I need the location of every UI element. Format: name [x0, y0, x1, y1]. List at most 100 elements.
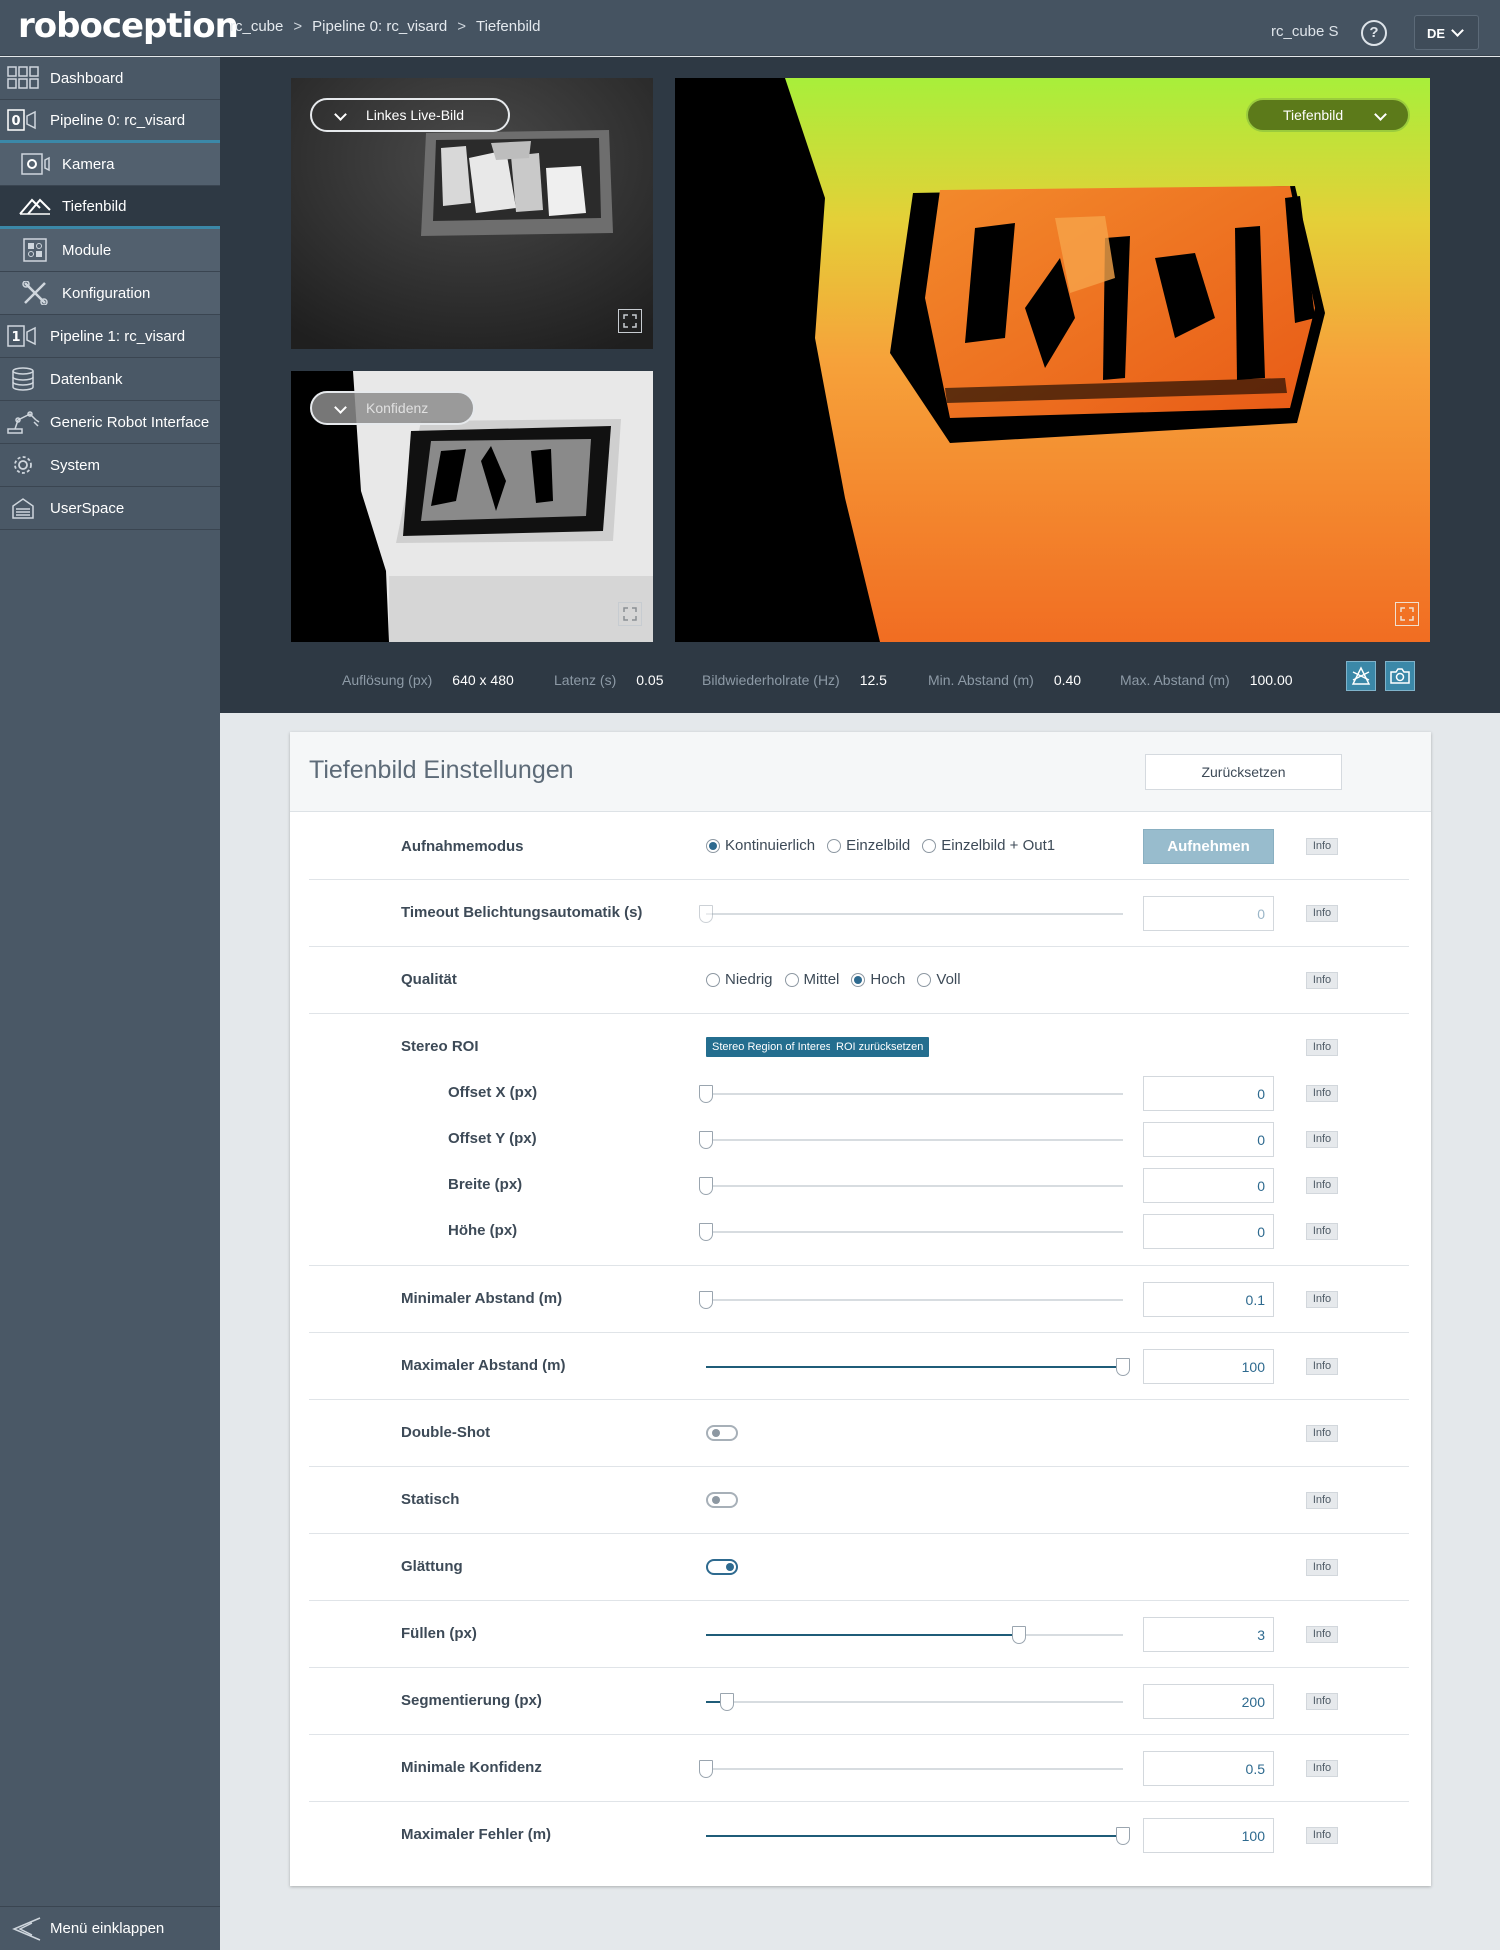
sidebar-item-database[interactable]: Datenbank	[0, 358, 220, 401]
depth-view-select[interactable]: Tiefenbild	[1246, 98, 1410, 132]
radio-single-frame-out1[interactable]: Einzelbild + Out1	[922, 837, 1055, 854]
sidebar-item-pipeline-1[interactable]: 1 Pipeline 1: rc_visard	[0, 315, 220, 358]
height-slider[interactable]	[699, 1223, 1123, 1241]
min-confidence-input[interactable]: 0.5	[1143, 1751, 1274, 1786]
snapshot-button[interactable]	[1385, 661, 1415, 691]
smoothing-toggle[interactable]	[706, 1559, 738, 1575]
reset-button[interactable]: Zurücksetzen	[1145, 754, 1342, 790]
radio-full[interactable]: Voll	[917, 971, 961, 988]
double-shot-toggle[interactable]	[706, 1425, 738, 1441]
slider-thumb[interactable]	[1116, 1827, 1130, 1845]
timeout-slider[interactable]	[699, 905, 1123, 923]
slider-thumb[interactable]	[699, 1760, 713, 1778]
sidebar-item-generic-robot-interface[interactable]: Generic Robot Interface	[0, 401, 220, 444]
offset-x-input[interactable]: 0	[1143, 1076, 1274, 1111]
breadcrumb-rc-cube[interactable]: rc_cube	[230, 18, 283, 35]
segmentation-slider[interactable]	[706, 1693, 1123, 1711]
info-button[interactable]: Info	[1306, 1177, 1338, 1194]
sidebar-item-depth-image[interactable]: Tiefenbild	[0, 186, 220, 229]
max-distance-input[interactable]: 100	[1143, 1349, 1274, 1384]
sidebar-item-camera[interactable]: Kamera	[0, 143, 220, 186]
height-input[interactable]: 0	[1143, 1214, 1274, 1249]
static-toggle[interactable]	[706, 1492, 738, 1508]
max-distance-slider[interactable]	[706, 1358, 1130, 1376]
confidence-image[interactable]: Konfidenz	[291, 371, 653, 642]
depth-image[interactable]: Tiefenbild	[675, 78, 1430, 642]
roboception-logo[interactable]: roboception	[18, 6, 239, 46]
info-button[interactable]: Info	[1306, 1131, 1338, 1148]
capture-button[interactable]: Aufnehmen	[1143, 829, 1274, 864]
sidebar-item-system[interactable]: System	[0, 444, 220, 487]
info-button[interactable]: Info	[1306, 1358, 1338, 1375]
point-cloud-icon	[1351, 666, 1371, 685]
acquisition-mode-radios: Kontinuierlich Einzelbild Einzelbild + O…	[706, 837, 1067, 854]
sidebar-item-configuration[interactable]: Konfiguration	[0, 272, 220, 315]
offset-y-slider[interactable]	[699, 1131, 1123, 1149]
radio-medium[interactable]: Mittel	[784, 971, 839, 988]
slider-thumb[interactable]	[1011, 1626, 1026, 1644]
radio-continuous[interactable]: Kontinuierlich	[706, 837, 815, 854]
left-view-select[interactable]: Linkes Live-Bild	[310, 98, 510, 132]
info-button[interactable]: Info	[1306, 1223, 1338, 1240]
info-button[interactable]: Info	[1306, 1039, 1338, 1056]
slider-thumb[interactable]	[719, 1693, 734, 1711]
info-button[interactable]: Info	[1306, 838, 1338, 855]
expand-icon[interactable]	[618, 602, 642, 626]
sidebar-item-label: Dashboard	[50, 69, 124, 87]
point-cloud-button[interactable]	[1346, 661, 1376, 691]
min-distance-slider[interactable]	[699, 1291, 1123, 1309]
info-button[interactable]: Info	[1306, 972, 1338, 989]
left-live-image[interactable]: Linkes Live-Bild	[291, 78, 653, 349]
min-distance-input[interactable]: 0.1	[1143, 1282, 1274, 1317]
slider-thumb[interactable]	[699, 1177, 713, 1195]
info-button[interactable]: Info	[1306, 1291, 1338, 1308]
info-button[interactable]: Info	[1306, 1085, 1338, 1102]
setting-label: Füllen (px)	[401, 1625, 477, 1642]
info-button[interactable]: Info	[1306, 1827, 1338, 1844]
setting-label: Segmentierung (px)	[401, 1692, 542, 1709]
sidebar-item-pipeline-0[interactable]: 0 Pipeline 0: rc_visard	[0, 100, 220, 143]
slider-thumb[interactable]	[699, 1131, 713, 1149]
depth-image-render	[675, 78, 1430, 642]
info-button[interactable]: Info	[1306, 1492, 1338, 1509]
info-button[interactable]: Info	[1306, 1693, 1338, 1710]
settings-header: Tiefenbild Einstellungen Zurücksetzen	[290, 732, 1431, 812]
stereo-roi-tag[interactable]: Stereo Region of Interest	[706, 1037, 841, 1057]
width-input[interactable]: 0	[1143, 1168, 1274, 1203]
expand-icon[interactable]	[618, 309, 642, 333]
max-error-input[interactable]: 100	[1143, 1818, 1274, 1853]
width-slider[interactable]	[699, 1177, 1123, 1195]
timeout-input[interactable]: 0	[1143, 896, 1274, 931]
radio-single-frame[interactable]: Einzelbild	[827, 837, 910, 854]
sidebar-item-modules[interactable]: Module	[0, 229, 220, 272]
slider-thumb[interactable]	[1116, 1358, 1130, 1376]
slider-thumb[interactable]	[699, 905, 713, 923]
fill-slider[interactable]	[706, 1626, 1123, 1644]
offset-y-input[interactable]: 0	[1143, 1122, 1274, 1157]
collapse-menu-button[interactable]: Menü einklappen	[0, 1906, 220, 1950]
radio-high[interactable]: Hoch	[851, 971, 905, 988]
setting-label: Höhe (px)	[448, 1222, 518, 1239]
info-button[interactable]: Info	[1306, 1760, 1338, 1777]
language-select[interactable]: DE	[1414, 15, 1479, 50]
sidebar-item-dashboard[interactable]: Dashboard	[0, 57, 220, 100]
expand-icon[interactable]	[1395, 602, 1419, 626]
min-confidence-slider[interactable]	[699, 1760, 1123, 1778]
slider-thumb[interactable]	[699, 1085, 713, 1103]
fill-input[interactable]: 3	[1143, 1617, 1274, 1652]
info-button[interactable]: Info	[1306, 905, 1338, 922]
breadcrumb-pipeline-0[interactable]: Pipeline 0: rc_visard	[312, 18, 447, 35]
segmentation-input[interactable]: 200	[1143, 1684, 1274, 1719]
help-icon[interactable]: ?	[1361, 20, 1387, 46]
info-button[interactable]: Info	[1306, 1559, 1338, 1576]
slider-thumb[interactable]	[699, 1291, 713, 1309]
radio-low[interactable]: Niedrig	[706, 971, 773, 988]
info-button[interactable]: Info	[1306, 1425, 1338, 1442]
roi-reset-tag[interactable]: ROI zurücksetzen	[830, 1037, 930, 1057]
info-button[interactable]: Info	[1306, 1626, 1338, 1643]
confidence-view-select[interactable]: Konfidenz	[310, 391, 475, 425]
max-error-slider[interactable]	[706, 1827, 1130, 1845]
offset-x-slider[interactable]	[699, 1085, 1123, 1103]
sidebar-item-userspace[interactable]: UserSpace	[0, 487, 220, 530]
slider-thumb[interactable]	[699, 1223, 713, 1241]
